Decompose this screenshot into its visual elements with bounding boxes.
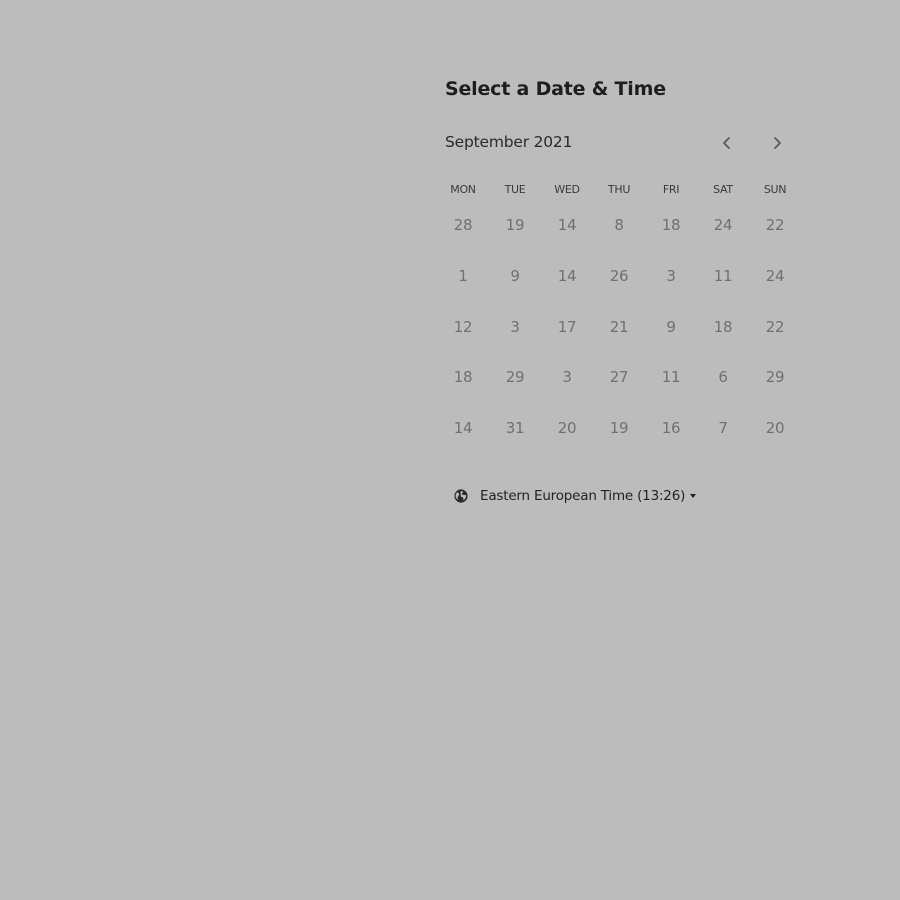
calendar-day[interactable]: 9 <box>645 305 697 349</box>
previous-month-button[interactable] <box>716 132 738 154</box>
calendar-day[interactable]: 28 <box>437 203 489 247</box>
calendar-day[interactable]: 29 <box>749 355 801 399</box>
next-month-button[interactable] <box>766 132 788 154</box>
page-title: Select a Date & Time <box>445 78 666 100</box>
calendar-day[interactable]: 9 <box>489 254 541 298</box>
calendar-day[interactable]: 17 <box>541 305 593 349</box>
calendar-day[interactable]: 20 <box>749 406 801 450</box>
calendar-day[interactable]: 3 <box>645 254 697 298</box>
calendar-day[interactable]: 14 <box>541 254 593 298</box>
calendar-day[interactable]: 1 <box>437 254 489 298</box>
calendar-day[interactable]: 19 <box>489 203 541 247</box>
calendar-day[interactable]: 12 <box>437 305 489 349</box>
calendar-day[interactable]: 22 <box>749 203 801 247</box>
calendar-day[interactable]: 7 <box>697 406 749 450</box>
calendar-day[interactable]: 14 <box>437 406 489 450</box>
calendar-day[interactable]: 29 <box>489 355 541 399</box>
calendar-day[interactable]: 24 <box>697 203 749 247</box>
chevron-right-icon <box>774 137 781 149</box>
month-navigation: September 2021 <box>445 132 790 154</box>
calendar-day[interactable]: 3 <box>489 305 541 349</box>
calendar-day[interactable]: 31 <box>489 406 541 450</box>
calendar-day[interactable]: 24 <box>749 254 801 298</box>
weekday-label: SUN <box>763 183 787 196</box>
calendar-day[interactable]: 3 <box>541 355 593 399</box>
weekday-label: WED <box>554 183 580 196</box>
calendar-day[interactable]: 8 <box>593 203 645 247</box>
caret-down-icon <box>690 494 697 498</box>
calendar-day[interactable]: 18 <box>645 203 697 247</box>
calendar-day[interactable]: 21 <box>593 305 645 349</box>
calendar-day[interactable]: 19 <box>593 406 645 450</box>
globe-icon <box>453 488 469 504</box>
calendar-day[interactable]: 26 <box>593 254 645 298</box>
calendar-day[interactable]: 16 <box>645 406 697 450</box>
weekday-label: MON <box>450 183 476 196</box>
timezone-selector[interactable]: Eastern European Time (13:26) <box>453 486 697 506</box>
calendar-day[interactable]: 18 <box>697 305 749 349</box>
calendar-day[interactable]: 6 <box>697 355 749 399</box>
chevron-left-icon <box>723 137 730 149</box>
calendar-day[interactable]: 18 <box>437 355 489 399</box>
calendar-day[interactable]: 27 <box>593 355 645 399</box>
weekday-header: MON TUE WED THU FRI SAT SUN <box>437 183 801 196</box>
weekday-label: FRI <box>662 183 680 196</box>
calendar-day[interactable]: 22 <box>749 305 801 349</box>
calendar-day[interactable]: 14 <box>541 203 593 247</box>
calendar-day[interactable]: 20 <box>541 406 593 450</box>
weekday-label: SAT <box>713 183 733 196</box>
calendar-grid: 28 19 14 8 18 24 22 1 9 14 26 3 11 24 12 3 17 21 9 18 22 18 29… <box>437 203 801 457</box>
timezone-label: Eastern European Time (13:26) <box>480 488 686 504</box>
calendar-day[interactable]: 11 <box>697 254 749 298</box>
calendar-day[interactable]: 11 <box>645 355 697 399</box>
weekday-label: TUE <box>504 183 526 196</box>
weekday-label: THU <box>607 183 631 196</box>
month-label: September 2021 <box>445 133 573 151</box>
